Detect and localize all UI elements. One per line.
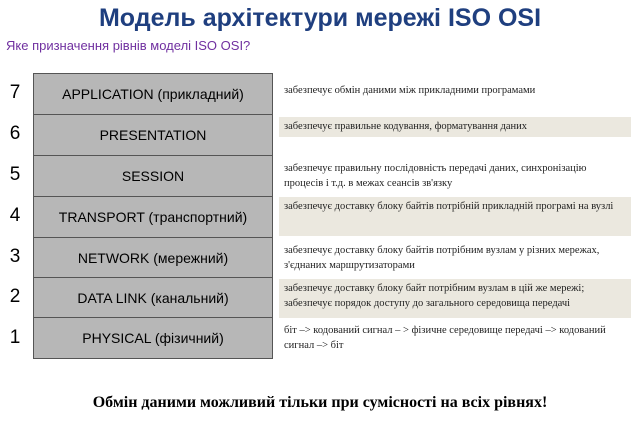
layer-number: 5: [9, 164, 21, 185]
layer-description: забезпечує правильне кодування, форматув…: [279, 117, 631, 137]
layer-presentation: PRESENTATION: [33, 114, 273, 156]
layer-description: забезпечує доставку блоку байтів потрібн…: [284, 245, 600, 271]
layer-transport: TRANSPORT (транспортний): [33, 196, 273, 238]
slide-title: Модель архітектури мережі ISO OSI: [98, 4, 542, 32]
layer-description: забезпечує обмін даними між прикладними …: [284, 85, 536, 96]
layer-number: 4: [9, 205, 21, 226]
layer-number: 1: [9, 327, 21, 348]
layer-number: 3: [9, 246, 21, 267]
layer-session: SESSION: [33, 155, 273, 197]
slide-subtitle: Яке призначення рівнів моделі ISO OSI?: [6, 38, 251, 53]
layer-description: біт –> кодований сигнал – > фізичне сере…: [284, 325, 606, 351]
layer-description: забезпечує доставку блоку байтів потрібн…: [279, 197, 631, 236]
layer-physical: PHYSICAL (фізичний): [33, 317, 273, 359]
layer-description: забезпечує правильну послідовність перед…: [284, 163, 587, 189]
layer-network: NETWORK (мережний): [33, 237, 273, 279]
layer-number: 7: [9, 82, 21, 103]
layer-description: забезпечує доставку блоку байт потрібним…: [279, 279, 631, 318]
layer-number: 6: [9, 123, 21, 144]
layer-data-link: DATA LINK (канальний): [33, 277, 273, 319]
footer-note: Обмін даними можливий тільки при сумісно…: [92, 394, 548, 411]
layer-number: 2: [9, 286, 21, 307]
layer-application: APPLICATION (прикладний): [33, 73, 273, 115]
